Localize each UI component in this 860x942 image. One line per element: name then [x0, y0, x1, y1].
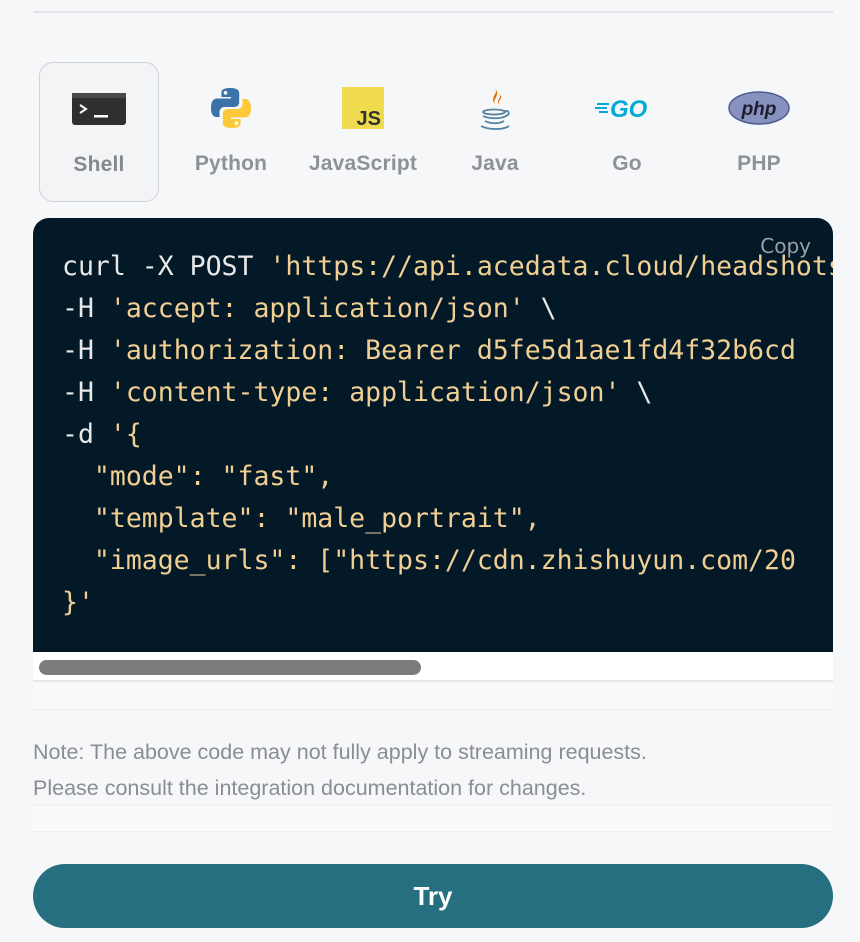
code-token: curl -X POST [62, 251, 270, 282]
python-icon [199, 80, 263, 136]
spacer-panel [33, 684, 833, 710]
code-content[interactable]: curl -X POST 'https://api.acedata.cloud/… [62, 246, 833, 624]
copy-button[interactable]: Copy [760, 232, 811, 260]
top-divider [33, 11, 833, 13]
terminal-icon [67, 81, 131, 137]
tab-label: Shell [73, 153, 125, 176]
code-scrollbar[interactable] [33, 652, 833, 682]
svg-text:GO: GO [610, 96, 648, 121]
code-string-token: "template": "male_portrait", [62, 503, 541, 534]
tab-label: Go [612, 152, 642, 175]
java-icon [463, 80, 527, 136]
tab-java[interactable]: Java [435, 62, 555, 202]
tab-shell[interactable]: Shell [39, 62, 159, 202]
streaming-note: Note: The above code may not fully apply… [33, 734, 833, 806]
code-line: "template": "male_portrait", [62, 498, 833, 540]
code-string-token: 'authorization: Bearer d5fe5d1ae1fd4f32b… [109, 335, 796, 366]
svg-text:JS: JS [357, 108, 381, 129]
code-string-token: "image_urls": ["https://cdn.zhishuyun.co… [62, 545, 796, 576]
code-line: -H 'authorization: Bearer d5fe5d1ae1fd4f… [62, 330, 833, 372]
javascript-icon: JS [331, 80, 395, 136]
tab-label: Java [471, 152, 519, 175]
svg-text:php: php [741, 99, 777, 120]
tab-label: PHP [737, 152, 781, 175]
code-token: -H [62, 335, 110, 366]
tab-php[interactable]: php PHP [699, 62, 819, 202]
code-line: -d '{ [62, 414, 833, 456]
code-string-token: "mode": "fast", [62, 461, 334, 492]
language-tabs: Shell Python JS JavaScript Java GO Go ph… [33, 62, 833, 202]
code-block[interactable]: curl -X POST 'https://api.acedata.cloud/… [33, 218, 833, 652]
spacer-panel-2 [33, 805, 833, 832]
note-line-1: Note: The above code may not fully apply… [33, 740, 647, 764]
code-line: }' [62, 582, 833, 624]
code-line: curl -X POST 'https://api.acedata.cloud/… [62, 246, 833, 288]
code-line: "image_urls": ["https://cdn.zhishuyun.co… [62, 540, 833, 582]
code-line: -H 'content-type: application/json' \ [62, 372, 833, 414]
note-line-2: Please consult the integration documenta… [33, 776, 587, 800]
code-string-token: }' [62, 587, 94, 618]
code-token: \ [524, 293, 557, 324]
tab-label: Python [194, 152, 268, 175]
code-token: -H [62, 293, 110, 324]
code-line: -H 'accept: application/json' \ [62, 288, 833, 330]
php-icon: php [727, 80, 791, 136]
tab-go[interactable]: GO Go [567, 62, 687, 202]
tab-label: JavaScript [308, 152, 418, 175]
scrollbar-thumb[interactable] [39, 660, 421, 675]
code-string-token: 'https://api.acedata.cloud/headshots/gen… [269, 251, 833, 282]
code-string-token: 'content-type: application/json' [109, 377, 621, 408]
go-icon: GO [595, 80, 659, 136]
tab-python[interactable]: Python [171, 62, 291, 202]
try-button[interactable]: Try [33, 864, 833, 928]
code-token: -d [62, 419, 110, 450]
code-string-token: 'accept: application/json' [109, 293, 525, 324]
code-token: -H [62, 377, 110, 408]
code-token: \ [620, 377, 653, 408]
tab-javascript[interactable]: JS JavaScript [303, 62, 423, 202]
code-string-token: '{ [109, 419, 142, 450]
code-line: "mode": "fast", [62, 456, 833, 498]
